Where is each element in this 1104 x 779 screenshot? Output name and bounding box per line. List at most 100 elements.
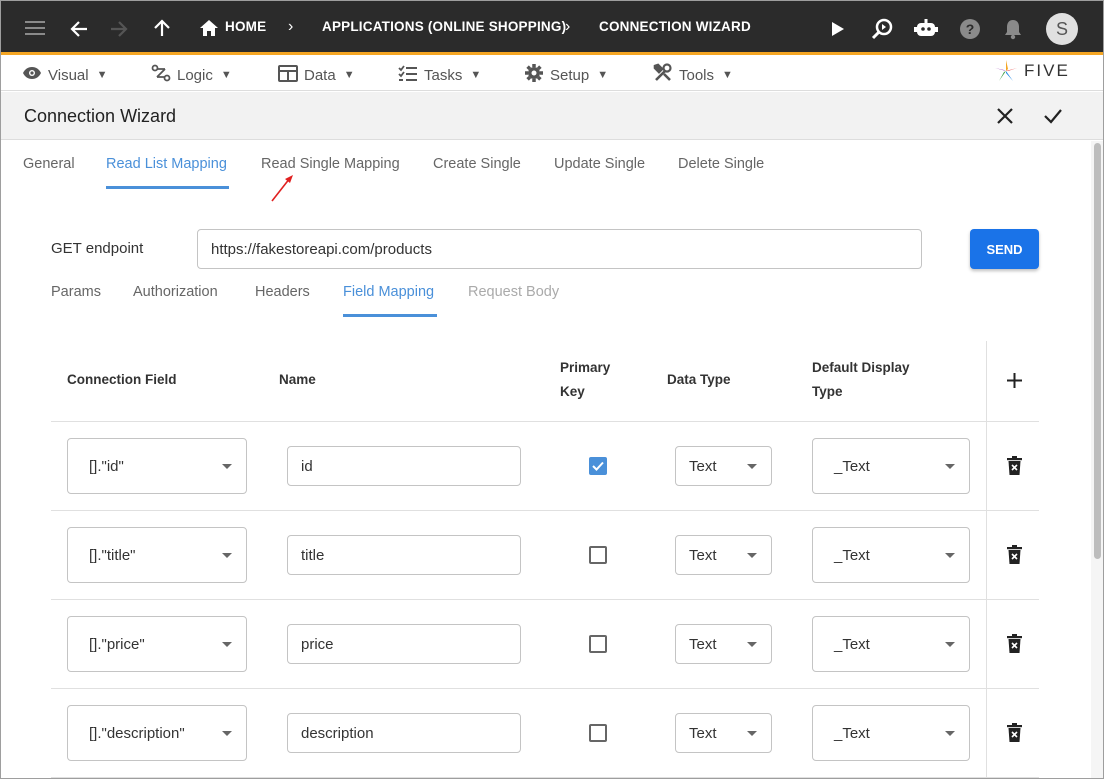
display-type-select[interactable]: _Text <box>812 527 970 583</box>
data-type-value: Text <box>689 635 717 653</box>
primary-key-checkbox[interactable] <box>589 635 607 653</box>
name-input[interactable]: description <box>287 713 521 753</box>
row-divider <box>51 510 1039 511</box>
breadcrumb-applications[interactable]: APPLICATIONS (ONLINE SHOPPING) <box>322 19 566 34</box>
menu-data-label: Data <box>304 66 336 84</box>
dropdown-arrow-icon <box>222 642 232 647</box>
chatbot-icon[interactable] <box>914 18 938 40</box>
primary-key-checkbox[interactable] <box>589 546 607 564</box>
active-tab-indicator <box>106 186 229 189</box>
data-type-select[interactable]: Text <box>675 713 772 753</box>
menu-logic-label: Logic <box>177 66 213 84</box>
row-divider <box>51 421 1039 422</box>
dropdown-arrow-icon <box>222 731 232 736</box>
menu-tasks-label: Tasks <box>424 66 463 84</box>
display-type-value: _Text <box>834 546 870 564</box>
delete-trash-icon[interactable] <box>1007 723 1022 747</box>
dropdown-arrow-icon <box>747 731 757 736</box>
page-title: Connection Wizard <box>24 106 177 126</box>
tab-general[interactable]: General <box>23 156 75 172</box>
column-divider <box>986 341 987 778</box>
row-divider <box>51 777 1039 778</box>
menu-visual[interactable]: Visual ▼ <box>22 64 107 86</box>
svg-text:?: ? <box>966 21 975 37</box>
home-icon[interactable] <box>199 19 219 37</box>
dropdown-arrow-icon <box>747 464 757 469</box>
send-button[interactable]: SEND <box>970 229 1039 269</box>
menu-logic[interactable]: Logic ▼ <box>151 64 232 86</box>
notifications-bell-icon[interactable] <box>1004 18 1022 40</box>
name-value: title <box>301 546 325 564</box>
row-divider <box>51 688 1039 689</box>
dropdown-arrow-icon <box>222 464 232 469</box>
connection-field-select[interactable]: []."title" <box>67 527 247 583</box>
primary-key-checkbox[interactable] <box>589 457 607 475</box>
up-arrow-icon[interactable] <box>152 18 172 38</box>
data-type-select[interactable]: Text <box>675 624 772 664</box>
endpoint-url-input[interactable]: https://fakestoreapi.com/products <box>197 229 922 269</box>
dropdown-arrow-icon <box>945 464 955 469</box>
connection-field-select[interactable]: []."price" <box>67 616 247 672</box>
tab-update-single[interactable]: Update Single <box>554 156 645 172</box>
header-data-type: Data Type <box>667 372 731 387</box>
display-type-select[interactable]: _Text <box>812 438 970 494</box>
dropdown-arrow-icon <box>945 553 955 558</box>
tab-delete-single[interactable]: Delete Single <box>678 156 764 172</box>
main-menu-bar: Visual ▼ Logic ▼ Data ▼ Tasks ▼ Setup ▼ … <box>1 58 1103 91</box>
tab-create-single[interactable]: Create Single <box>433 156 521 172</box>
five-logo: FIVE <box>994 59 1070 83</box>
subtab-authorization[interactable]: Authorization <box>133 284 218 300</box>
caret-down-icon: ▼ <box>220 69 232 81</box>
breadcrumb-home[interactable]: HOME <box>225 19 266 34</box>
tab-read-single-mapping[interactable]: Read Single Mapping <box>261 156 400 172</box>
connection-field-select[interactable]: []."description" <box>67 705 247 761</box>
table-grid-icon <box>278 64 298 86</box>
caret-down-icon: ▼ <box>96 69 108 81</box>
name-input[interactable]: price <box>287 624 521 664</box>
gear-icon <box>524 63 544 87</box>
search-debug-icon[interactable] <box>870 17 894 41</box>
name-input[interactable]: title <box>287 535 521 575</box>
menu-data[interactable]: Data ▼ <box>278 64 355 86</box>
dropdown-arrow-icon <box>747 642 757 647</box>
breadcrumb-separator: › <box>565 18 571 35</box>
menu-setup[interactable]: Setup ▼ <box>524 64 608 86</box>
data-type-value: Text <box>689 724 717 742</box>
display-type-value: _Text <box>834 724 870 742</box>
display-type-select[interactable]: _Text <box>812 705 970 761</box>
primary-key-checkbox[interactable] <box>589 724 607 742</box>
menu-tasks[interactable]: Tasks ▼ <box>398 64 481 86</box>
user-avatar[interactable]: S <box>1046 13 1078 45</box>
endpoint-url-value: https://fakestoreapi.com/products <box>211 240 432 258</box>
display-type-select[interactable]: _Text <box>812 616 970 672</box>
confirm-check-icon[interactable] <box>1043 107 1063 130</box>
data-type-select[interactable]: Text <box>675 535 772 575</box>
delete-trash-icon[interactable] <box>1007 634 1022 658</box>
menu-visual-label: Visual <box>48 66 89 84</box>
back-arrow-icon[interactable] <box>69 19 89 39</box>
dropdown-arrow-icon <box>945 642 955 647</box>
caret-down-icon: ▼ <box>597 69 609 81</box>
menu-tools[interactable]: Tools ▼ <box>653 63 733 86</box>
forward-arrow-icon[interactable] <box>109 19 129 39</box>
caret-down-icon: ▼ <box>343 69 355 81</box>
subtab-params[interactable]: Params <box>51 284 101 300</box>
subtab-headers[interactable]: Headers <box>255 284 310 300</box>
annotation-arrow-icon <box>271 175 293 202</box>
play-icon[interactable] <box>830 20 846 38</box>
subtab-field-mapping[interactable]: Field Mapping <box>343 284 434 300</box>
menu-icon[interactable] <box>24 18 46 38</box>
checklist-icon <box>398 64 418 86</box>
add-row-plus-icon[interactable] <box>1006 372 1023 394</box>
delete-trash-icon[interactable] <box>1007 545 1022 569</box>
connection-field-select[interactable]: []."id" <box>67 438 247 494</box>
name-input[interactable]: id <box>287 446 521 486</box>
checkmark-icon <box>592 461 604 471</box>
help-icon[interactable]: ? <box>959 18 981 40</box>
data-type-select[interactable]: Text <box>675 446 772 486</box>
close-icon[interactable] <box>996 107 1014 130</box>
dropdown-arrow-icon <box>222 553 232 558</box>
tab-read-list-mapping[interactable]: Read List Mapping <box>106 156 227 172</box>
vertical-scrollbar-thumb[interactable] <box>1094 143 1101 559</box>
delete-trash-icon[interactable] <box>1007 456 1022 480</box>
